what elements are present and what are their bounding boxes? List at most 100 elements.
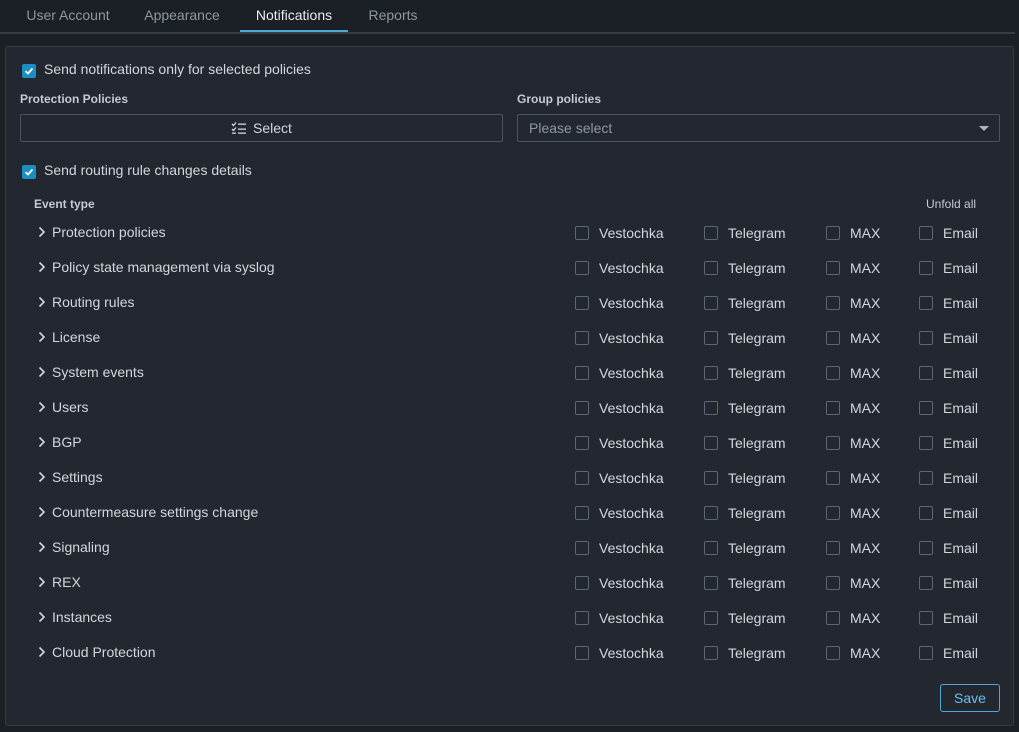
max-checkbox[interactable] bbox=[826, 611, 840, 625]
event-type-name[interactable]: Countermeasure settings change bbox=[52, 495, 258, 529]
max-checkbox[interactable] bbox=[826, 541, 840, 555]
email-label: Email bbox=[943, 575, 979, 591]
vestochka-checkbox[interactable] bbox=[575, 296, 589, 310]
tab-reports[interactable]: Reports bbox=[356, 0, 430, 30]
telegram-checkbox[interactable] bbox=[704, 471, 718, 485]
vestochka-checkbox[interactable] bbox=[575, 646, 589, 660]
event-type-name[interactable]: Protection policies bbox=[52, 215, 166, 249]
telegram-checkbox[interactable] bbox=[704, 541, 718, 555]
vestochka-checkbox[interactable] bbox=[575, 261, 589, 275]
table-row: Policy state management via syslog Vestoc… bbox=[6, 250, 1013, 285]
select-protection-policies-button[interactable]: Select bbox=[20, 114, 503, 142]
event-type-name[interactable]: BGP bbox=[52, 425, 82, 459]
vestochka-checkbox[interactable] bbox=[575, 576, 589, 590]
chevron-right-icon[interactable] bbox=[36, 470, 48, 484]
checklist-icon bbox=[231, 122, 247, 134]
telegram-checkbox[interactable] bbox=[704, 506, 718, 520]
max-checkbox[interactable] bbox=[826, 226, 840, 240]
event-type-name[interactable]: Instances bbox=[52, 600, 112, 634]
max-checkbox[interactable] bbox=[826, 506, 840, 520]
email-checkbox[interactable] bbox=[919, 541, 933, 555]
vestochka-checkbox[interactable] bbox=[575, 331, 589, 345]
email-checkbox[interactable] bbox=[919, 611, 933, 625]
unfold-all-link[interactable]: Unfold all bbox=[926, 197, 976, 211]
event-type-name[interactable]: Routing rules bbox=[52, 285, 135, 319]
max-checkbox[interactable] bbox=[826, 646, 840, 660]
telegram-checkbox[interactable] bbox=[704, 261, 718, 275]
telegram-checkbox[interactable] bbox=[704, 331, 718, 345]
tab-appearance[interactable]: Appearance bbox=[132, 0, 232, 30]
max-checkbox[interactable] bbox=[826, 401, 840, 415]
max-checkbox[interactable] bbox=[826, 471, 840, 485]
chevron-right-icon[interactable] bbox=[36, 435, 48, 449]
telegram-checkbox[interactable] bbox=[704, 226, 718, 240]
chevron-right-icon[interactable] bbox=[36, 505, 48, 519]
only-selected-policies-checkbox[interactable] bbox=[22, 64, 36, 78]
max-label: MAX bbox=[850, 365, 881, 381]
telegram-checkbox[interactable] bbox=[704, 401, 718, 415]
vestochka-checkbox[interactable] bbox=[575, 436, 589, 450]
email-checkbox[interactable] bbox=[919, 471, 933, 485]
check-icon bbox=[24, 168, 34, 176]
table-row: Users Vestochka Telegram MAX Email bbox=[6, 390, 1013, 425]
email-checkbox[interactable] bbox=[919, 261, 933, 275]
chevron-right-icon[interactable] bbox=[36, 540, 48, 554]
chevron-right-icon[interactable] bbox=[36, 260, 48, 274]
telegram-checkbox[interactable] bbox=[704, 576, 718, 590]
vestochka-checkbox[interactable] bbox=[575, 506, 589, 520]
max-checkbox[interactable] bbox=[826, 366, 840, 380]
chevron-right-icon[interactable] bbox=[36, 645, 48, 659]
email-checkbox[interactable] bbox=[919, 366, 933, 380]
vestochka-checkbox[interactable] bbox=[575, 471, 589, 485]
email-checkbox[interactable] bbox=[919, 576, 933, 590]
email-checkbox[interactable] bbox=[919, 506, 933, 520]
vestochka-checkbox[interactable] bbox=[575, 226, 589, 240]
event-type-name[interactable]: Cloud Protection bbox=[52, 635, 156, 669]
max-checkbox[interactable] bbox=[826, 296, 840, 310]
chevron-right-icon[interactable] bbox=[36, 365, 48, 379]
vestochka-label: Vestochka bbox=[599, 260, 664, 276]
max-checkbox[interactable] bbox=[826, 436, 840, 450]
telegram-checkbox[interactable] bbox=[704, 646, 718, 660]
routing-changes-checkbox[interactable] bbox=[22, 165, 36, 179]
max-checkbox[interactable] bbox=[826, 261, 840, 275]
event-type-name[interactable]: Settings bbox=[52, 460, 103, 494]
email-checkbox[interactable] bbox=[919, 226, 933, 240]
tab-user-account[interactable]: User Account bbox=[14, 0, 122, 30]
chevron-right-icon[interactable] bbox=[36, 330, 48, 344]
event-type-name[interactable]: REX bbox=[52, 565, 81, 599]
telegram-checkbox[interactable] bbox=[704, 436, 718, 450]
chevron-right-icon[interactable] bbox=[36, 575, 48, 589]
max-checkbox[interactable] bbox=[826, 331, 840, 345]
vestochka-checkbox[interactable] bbox=[575, 366, 589, 380]
table-row: Protection policies Vestochka Telegram MAX E… bbox=[6, 215, 1013, 250]
event-type-name[interactable]: License bbox=[52, 320, 100, 354]
chevron-right-icon[interactable] bbox=[36, 400, 48, 414]
max-label: MAX bbox=[850, 540, 881, 556]
event-type-name[interactable]: System events bbox=[52, 355, 144, 389]
max-label: MAX bbox=[850, 505, 881, 521]
chevron-right-icon[interactable] bbox=[36, 225, 48, 239]
notifications-panel: Send notifications only for selected pol… bbox=[5, 46, 1014, 726]
event-type-name[interactable]: Users bbox=[52, 390, 89, 424]
email-checkbox[interactable] bbox=[919, 646, 933, 660]
chevron-right-icon[interactable] bbox=[36, 610, 48, 624]
max-checkbox[interactable] bbox=[826, 576, 840, 590]
vestochka-checkbox[interactable] bbox=[575, 541, 589, 555]
save-button[interactable]: Save bbox=[940, 684, 1000, 712]
telegram-checkbox[interactable] bbox=[704, 611, 718, 625]
email-checkbox[interactable] bbox=[919, 296, 933, 310]
group-policies-dropdown[interactable]: Please select bbox=[517, 114, 1000, 142]
table-row: BGP Vestochka Telegram MAX Email bbox=[6, 425, 1013, 460]
email-checkbox[interactable] bbox=[919, 436, 933, 450]
tab-notifications[interactable]: Notifications bbox=[240, 0, 348, 30]
chevron-right-icon[interactable] bbox=[36, 295, 48, 309]
email-checkbox[interactable] bbox=[919, 331, 933, 345]
vestochka-checkbox[interactable] bbox=[575, 611, 589, 625]
email-checkbox[interactable] bbox=[919, 401, 933, 415]
telegram-checkbox[interactable] bbox=[704, 366, 718, 380]
telegram-checkbox[interactable] bbox=[704, 296, 718, 310]
event-type-name[interactable]: Policy state management via syslog bbox=[52, 250, 275, 284]
event-type-name[interactable]: Signaling bbox=[52, 530, 110, 564]
vestochka-checkbox[interactable] bbox=[575, 401, 589, 415]
